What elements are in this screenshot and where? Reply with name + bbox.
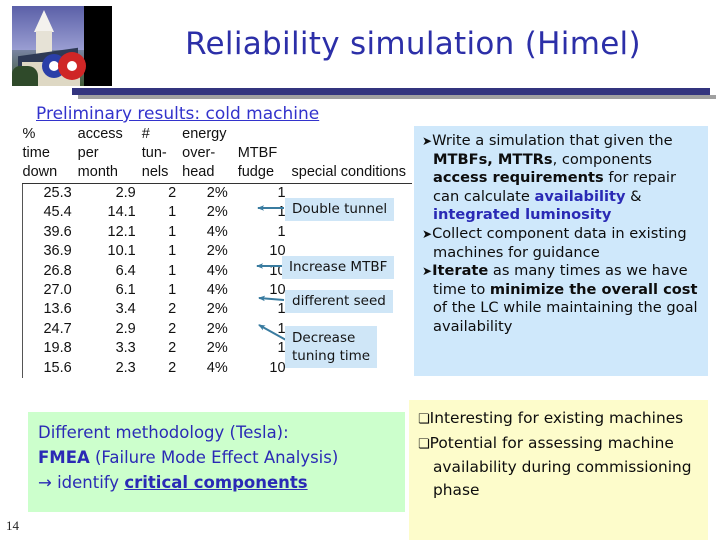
bullet-square-icon: ❏ — [418, 412, 430, 427]
bullet-square-icon: ❏ — [418, 436, 430, 452]
goal-bullet: ➤Collect component data in existing mach… — [422, 225, 702, 262]
fmea-acronym: FMEA — [38, 448, 90, 467]
methodology-line-1: Different methodology (Tesla): — [38, 423, 289, 442]
simulation-goals-panel: ➤Write a simulation that given the MTBFs… — [414, 126, 708, 376]
bullet-arrow-icon: ➤ — [422, 226, 433, 241]
goal-text-part: access requirements — [433, 169, 604, 187]
goal-text-part: Collect component data in existing machi… — [432, 224, 687, 261]
callout-decrease-tuning-time: Decrease tuning time — [285, 326, 378, 368]
conclusion-text: Interesting for existing machines — [429, 409, 684, 427]
identify-text: identify — [51, 473, 125, 492]
goal-text-part: & — [625, 187, 642, 205]
critical-components-text: critical components — [124, 473, 308, 492]
callout-increase-mtbf: Increase MTBF — [282, 256, 395, 279]
callout-different-seed: different seed — [285, 290, 393, 313]
methodology-panel: Different methodology (Tesla): FMEA (Fai… — [28, 412, 405, 512]
goal-text-part: Write a simulation that given the — [432, 132, 673, 149]
goal-text-part: MTBFs, MTTRs — [433, 150, 553, 168]
goal-bullet: ➤Write a simulation that given the MTBFs… — [422, 132, 702, 225]
goal-text-part: of the LC while maintaining the goal ava… — [433, 299, 698, 335]
goal-text-part: integrated luminosity — [433, 206, 612, 224]
goal-text-part: availability — [534, 187, 626, 205]
conclusions-panel: ❏Interesting for existing machines ❏Poten… — [409, 400, 708, 540]
goal-text-part: minimize the overall cost — [489, 280, 698, 298]
conclusion-bullet: ❏Potential for assessing machine availab… — [418, 432, 702, 502]
arrow-glyph-icon: → — [38, 473, 52, 492]
fmea-expansion: (Failure Mode Effect Analysis) — [89, 448, 339, 467]
callout-double-tunnel: Double tunnel — [285, 198, 395, 221]
bullet-arrow-icon: ➤ — [422, 134, 433, 148]
goal-text-part: Iterate — [432, 262, 489, 280]
methodology-line-3: → identify critical components — [38, 470, 397, 495]
methodology-line-2: FMEA (Failure Mode Effect Analysis) — [38, 445, 397, 470]
conclusion-bullet: ❏Interesting for existing machines — [418, 407, 702, 432]
goal-text-part: , components — [552, 150, 653, 168]
bullet-arrow-icon: ➤ — [422, 264, 433, 279]
slide-number: 14 — [6, 518, 19, 533]
goal-bullet: ➤Iterate as many times as we have time t… — [422, 262, 702, 336]
conclusion-text: Potential for assessing machine availabi… — [429, 433, 692, 499]
